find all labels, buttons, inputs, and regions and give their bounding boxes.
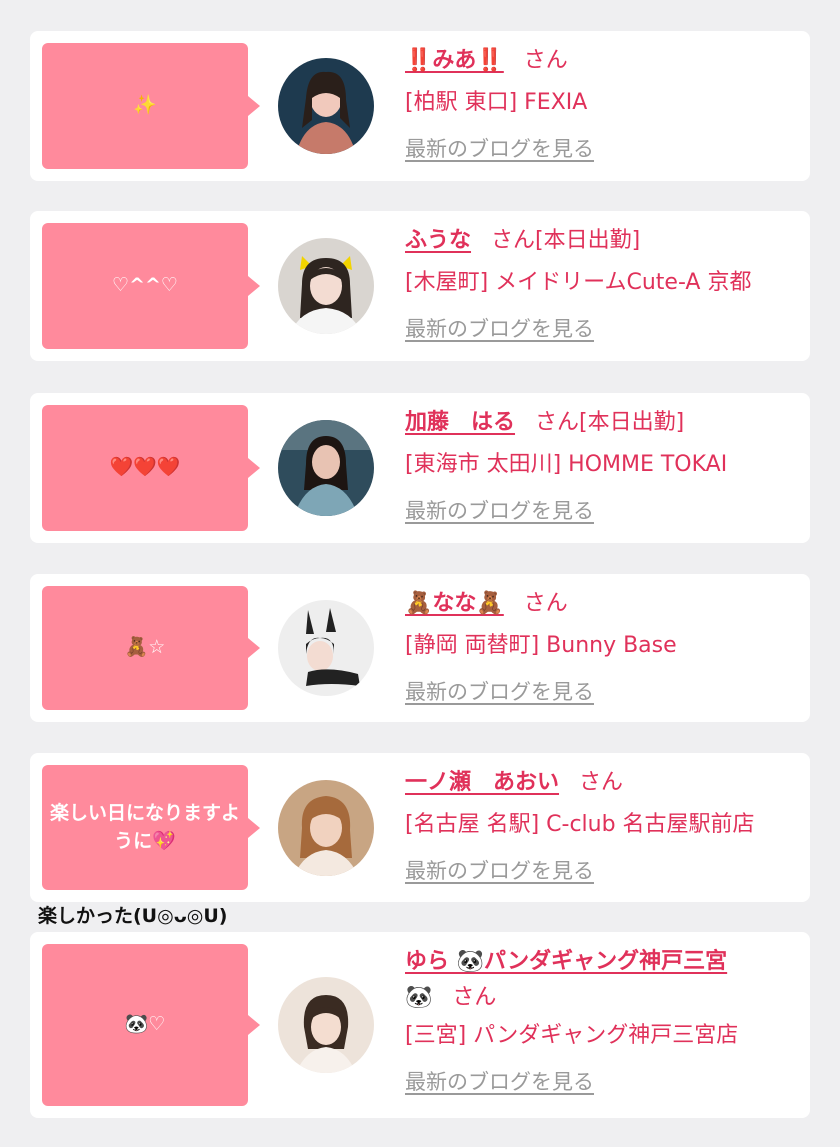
san-label: さん [523,591,568,616]
avatar[interactable] [278,420,374,516]
avatar[interactable] [278,977,374,1073]
comment-text: ❤️❤️❤️ [109,456,181,479]
latest-blog-link[interactable]: 最新のブログを見る [405,1068,594,1096]
latest-blog-link[interactable]: 最新のブログを見る [405,315,594,343]
comment-bubble: ❤️❤️❤️ [42,405,260,531]
latest-blog-link[interactable]: 最新のブログを見る [405,135,594,163]
girl-name-link[interactable]: ゆら 🐼パンダギャング神戸三宮 [405,949,727,974]
blog-card[interactable]: 🧸☆ 🧸なな🧸 さん [静岡 両替町] Bunny Base 最新のブログを見る [30,574,810,722]
san-label: さん [491,228,536,253]
latest-blog-link[interactable]: 最新のブログを見る [405,678,594,706]
comment-text: 🐼♡ [124,1013,166,1036]
shop-label[interactable]: [木屋町] メイドリームCute-A 京都 [405,267,800,299]
shop-label[interactable]: [名古屋 名駅] C-club 名古屋駅前店 [405,809,800,841]
blog-card[interactable]: ❤️❤️❤️ 加藤 はる さん[本日出勤] [東海市 太田川] HOMME TOK… [30,393,810,543]
avatar[interactable] [278,238,374,334]
avatar-photo [278,600,374,696]
latest-blog-link[interactable]: 最新のブログを見る [405,857,594,885]
girl-name-link[interactable]: 一ノ瀬 あおい [405,770,559,795]
girl-name-link[interactable]: 🧸なな🧸 [405,591,504,616]
avatar-photo [278,780,374,876]
comment-bubble: 🧸☆ [42,586,260,710]
comment-text: 🧸☆ [124,636,166,659]
avatar[interactable] [278,600,374,696]
shop-label[interactable]: [東海市 太田川] HOMME TOKAI [405,449,800,481]
comment-bubble: ♡^^♡ [42,223,260,349]
attendance-badge: [本日出勤] [535,228,641,253]
shop-label[interactable]: [柏駅 東口] FEXIA [405,87,800,119]
san-label: さん [535,410,580,435]
avatar[interactable] [278,780,374,876]
comment-bubble: 🐼♡ [42,944,260,1106]
blog-card[interactable]: ✨ ‼️みあ‼️ さん [柏駅 東口] FEXIA 最新のブログを見る [30,31,810,181]
overflow-comment-text: 楽しかった(U◎ᴗ◎U) [38,905,228,927]
comment-text: ♡^^♡ [112,274,178,297]
san-label: さん [579,770,624,795]
blog-card[interactable]: 🐼♡ ゆら 🐼パンダギャング神戸三宮 🐼 さん [三宮] パンダギャング神戸三宮店… [30,932,810,1118]
shop-label[interactable]: [静岡 両替町] Bunny Base [405,630,800,662]
blog-card[interactable]: 楽しい日になりますように💖 一ノ瀬 あおい さん [名古屋 名駅] C-club … [30,753,810,902]
shop-label[interactable]: [三宮] パンダギャング神戸三宮店 [405,1020,800,1052]
san-label: さん [523,48,568,73]
comment-text: 楽しい日になりますように💖 [50,801,241,852]
comment-bubble: ✨ [42,43,260,169]
comment-bubble: 楽しい日になりますように💖 [42,765,260,890]
avatar[interactable] [278,58,374,154]
avatar-photo [278,977,374,1073]
attendance-badge: [本日出勤] [579,410,685,435]
latest-blog-link[interactable]: 最新のブログを見る [405,497,594,525]
avatar-photo [278,238,374,334]
comment-text: ✨ [133,94,157,117]
avatar-photo [278,58,374,154]
name-suffix-emoji: 🐼 [405,985,433,1010]
girl-name-link[interactable]: ‼️みあ‼️ [405,48,504,73]
girl-name-link[interactable]: 加藤 はる [405,410,515,435]
blog-card[interactable]: ♡^^♡ ふうな さん[本日出勤] [木屋町] メイドリームCute-A 京都 最… [30,211,810,361]
girl-name-link[interactable]: ふうな [405,228,471,253]
avatar-photo [278,420,374,516]
san-label: さん [452,985,497,1010]
